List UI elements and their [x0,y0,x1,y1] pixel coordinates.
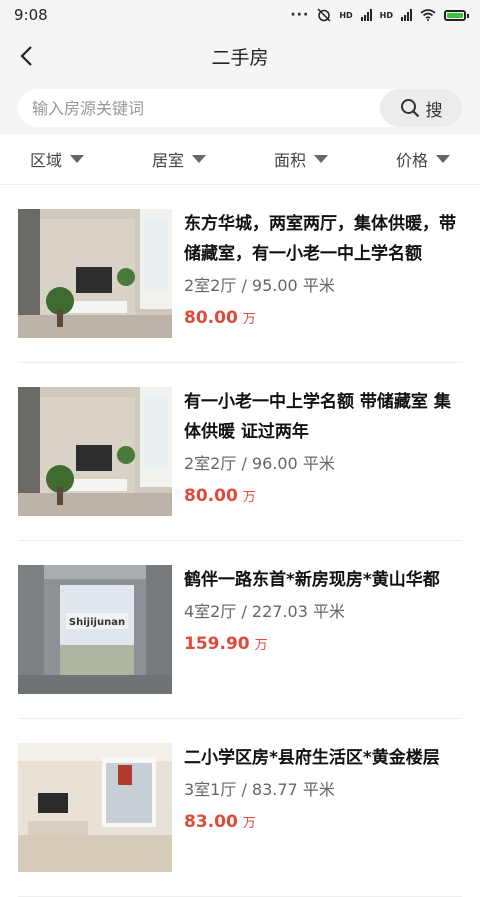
listing-title: 二小学区房*县府生活区*黄金楼层 [184,748,440,768]
price-value: 80.00 [184,486,238,506]
signal-icon-2 [401,9,412,21]
alarm-off-icon [317,8,331,22]
filter-price[interactable]: 价格 [396,147,450,171]
chevron-left-icon [20,46,32,66]
listing-price: 159.90 万 [184,629,462,661]
listing-price: 83.00 万 [184,807,462,839]
search-bar: 搜 [0,82,480,134]
price-unit: 万 [242,312,256,327]
status-icons: ··· HD HD [290,7,469,23]
listing-price: 80.00 万 [184,303,462,335]
price-unit: 万 [254,638,268,653]
listing-list: 东方华城，两室两厅，集体供暖，带储藏室，有一小老一中上学名额 2室2厅 / 95… [0,185,480,897]
status-bar: 9:08 ··· HD HD [0,0,480,30]
search-button[interactable]: 搜 [380,89,462,127]
listing-title: 鹤伴一路东首*新房现房*黄山华都 [184,570,440,590]
listing-title: 东方华城，两室两厅，集体供暖，带储藏室，有一小老一中上学名额 [184,214,456,264]
listing-photo: Shijijunan [18,565,172,694]
page-title: 二手房 [211,46,269,69]
signal-hd-label-1: HD [339,10,353,20]
wifi-icon [420,9,436,21]
filter-label: 区域 [30,151,63,170]
filter-label: 面积 [273,151,306,170]
search-button-label: 搜 [425,100,443,121]
listing-item[interactable]: 东方华城，两室两厅，集体供暖，带储藏室，有一小老一中上学名额 2室2厅 / 95… [18,185,462,363]
listing-info: 东方华城，两室两厅，集体供暖，带储藏室，有一小老一中上学名额 2室2厅 / 95… [184,209,462,338]
price-unit: 万 [242,816,256,831]
filter-label: 居室 [151,151,184,170]
listing-title: 有一小老一中上学名额 带储藏室 集体供暖 证过两年 [184,392,451,442]
listing-info: 有一小老一中上学名额 带储藏室 集体供暖 证过两年 2室2厅 / 96.00 平… [184,387,462,516]
price-value: 159.90 [184,634,250,654]
listing-meta: 2室2厅 / 96.00 平米 [184,454,335,473]
search-box: 搜 [18,89,462,127]
signal-icon-1 [360,9,372,21]
dropdown-arrow-icon [435,155,450,163]
status-time: 9:08 [14,6,48,24]
listing-meta: 2室2厅 / 95.00 平米 [184,276,335,295]
listing-photo [18,209,172,338]
listing-item[interactable]: 二小学区房*县府生活区*黄金楼层 3室1厅 / 83.77 平米 83.00 万 [18,719,462,897]
price-value: 80.00 [184,308,238,328]
battery-icon [444,9,469,21]
listing-photo [18,743,172,872]
filter-bar: 区域 居室 面积 价格 [0,134,480,185]
filter-rooms[interactable]: 居室 [152,147,206,171]
dropdown-arrow-icon [313,155,328,163]
filter-label: 价格 [395,151,428,170]
listing-meta: 3室1厅 / 83.77 平米 [184,780,335,799]
search-input[interactable] [18,98,380,118]
listing-info: 鹤伴一路东首*新房现房*黄山华都 4室2厅 / 227.03 平米 159.90… [184,565,462,694]
listing-price: 80.00 万 [184,481,462,513]
listing-info: 二小学区房*县府生活区*黄金楼层 3室1厅 / 83.77 平米 83.00 万 [184,743,462,872]
listing-item[interactable]: 有一小老一中上学名额 带储藏室 集体供暖 证过两年 2室2厅 / 96.00 平… [18,363,462,541]
dropdown-arrow-icon [192,155,206,163]
more-notifications-icon: ··· [290,7,310,23]
header: 二手房 [0,30,480,82]
price-unit: 万 [242,490,256,505]
filter-area[interactable]: 区域 [30,147,85,171]
dropdown-arrow-icon [70,155,85,163]
photo-watermark: Shijijunan [69,617,125,628]
search-icon [400,99,419,118]
filter-size[interactable]: 面积 [274,147,328,171]
listing-item[interactable]: Shijijunan 鹤伴一路东首*新房现房*黄山华都 4室2厅 / 227.0… [18,541,462,719]
back-button[interactable] [14,44,38,68]
listing-photo [18,387,172,516]
price-value: 83.00 [184,812,238,832]
listing-meta: 4室2厅 / 227.03 平米 [184,602,345,621]
signal-hd-label-2: HD [379,10,393,20]
